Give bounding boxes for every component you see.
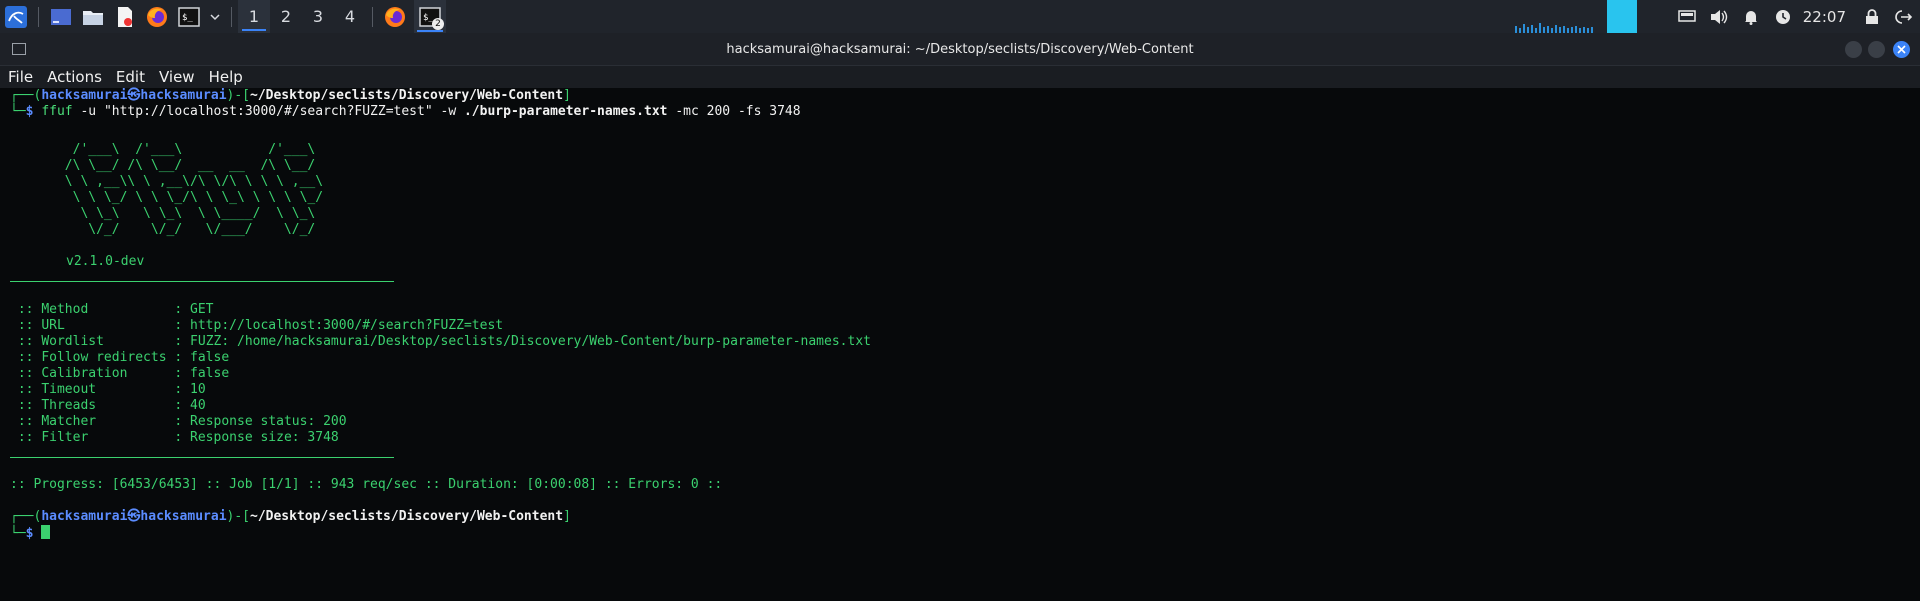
close-button[interactable] — [1893, 41, 1910, 58]
progress-line: :: Progress: [6453/6453] :: Job [1/1] ::… — [10, 477, 723, 492]
notification-bell-icon[interactable] — [1735, 0, 1767, 33]
ffuf-banner-line: /'___\ /'___\ /'___\ — [10, 142, 371, 157]
terminal-task-icon[interactable]: $_ 2 — [414, 0, 446, 33]
menu-actions[interactable]: Actions — [39, 68, 108, 86]
ffuf-version: v2.1.0-dev — [66, 254, 145, 269]
config-row: :: Timeout : 10 — [10, 382, 206, 397]
config-row: :: Threads : 40 — [10, 398, 206, 413]
clock[interactable]: 22:07 — [1803, 8, 1846, 26]
workspace-1[interactable]: 1 — [238, 0, 270, 33]
command-line-empty[interactable]: └─$ — [10, 525, 51, 542]
config-row: :: Method : GET — [10, 302, 214, 317]
ffuf-banner-line: \ \_\ \ \_\ \ \____/ \ \_\ — [10, 206, 371, 221]
config-row: :: Wordlist : FUZZ: /home/hacksamurai/De… — [10, 334, 871, 349]
menu-help[interactable]: Help — [201, 68, 249, 86]
menu-bar: File Actions Edit View Help — [0, 66, 1920, 88]
active-task-underline — [417, 30, 443, 32]
menu-edit[interactable]: Edit — [108, 68, 151, 86]
ffuf-banner-line: \/_/ \/_/ \/___/ \/_/ — [10, 222, 371, 237]
taskbar-separator — [372, 6, 373, 27]
command-line: └─$ ffuf -u "http://localhost:3000/#/sea… — [10, 104, 801, 119]
config-row: :: Matcher : Response status: 200 — [10, 414, 347, 429]
taskbar-separator — [38, 6, 39, 27]
ffuf-banner-line: \ \ \_/ \ \ \_/\ \ \_\ \ \ \ \_/ — [10, 190, 371, 205]
menu-file[interactable]: File — [0, 68, 39, 86]
ffuf-banner-line: /\ \__/ /\ \__/ __ __ /\ \__/ — [10, 158, 371, 173]
display-icon[interactable] — [1671, 0, 1703, 33]
maximize-button[interactable] — [1868, 41, 1885, 58]
divider — [10, 281, 394, 282]
workspace-3[interactable]: 3 — [302, 0, 334, 33]
network-monitor-graph — [1515, 0, 1637, 33]
terminal-output[interactable]: ┌──(hacksamurai㉿hacksamurai)-[~/Desktop/… — [0, 88, 1920, 601]
terminal-icon[interactable]: $_ — [176, 0, 202, 33]
window-titlebar[interactable]: hacksamurai@hacksamurai: ~/Desktop/secli… — [0, 33, 1920, 66]
taskbar-separator — [231, 6, 232, 27]
workspace-4[interactable]: 4 — [334, 0, 366, 33]
window-title: hacksamurai@hacksamurai: ~/Desktop/secli… — [726, 42, 1194, 57]
config-row: :: Filter : Response size: 3748 — [10, 430, 339, 445]
close-icon — [1897, 45, 1906, 54]
lock-screen-icon[interactable] — [1856, 0, 1888, 33]
divider — [10, 457, 394, 458]
firefox-task-icon[interactable] — [382, 0, 408, 33]
chevron-down-icon[interactable] — [208, 0, 222, 33]
show-desktop-icon[interactable] — [48, 0, 74, 33]
minimize-button[interactable] — [1845, 41, 1862, 58]
svg-text:$_: $_ — [182, 13, 193, 23]
text-cursor — [41, 525, 51, 539]
system-tray: 22:07 — [1671, 0, 1920, 33]
taskbar: $_ 1 2 3 4 $_ 2 22:07 — [0, 0, 1920, 33]
menu-view[interactable]: View — [151, 68, 201, 86]
kali-menu-icon[interactable] — [3, 0, 29, 33]
text-editor-icon[interactable] — [112, 0, 138, 33]
volume-icon[interactable] — [1703, 0, 1735, 33]
workspace-2[interactable]: 2 — [270, 0, 302, 33]
config-row: :: Calibration : false — [10, 366, 230, 381]
firefox-icon[interactable] — [144, 0, 170, 33]
ffuf-banner-line: \ \ ,__\\ \ ,__\/\ \/\ \ \ \ ,__\ — [10, 174, 371, 189]
logout-icon[interactable] — [1888, 0, 1920, 33]
power-manager-icon[interactable] — [1767, 0, 1799, 33]
prompt-line: ┌──(hacksamurai㉿hacksamurai)-[~/Desktop/… — [10, 509, 571, 524]
prompt-line: ┌──(hacksamurai㉿hacksamurai)-[~/Desktop/… — [10, 88, 571, 103]
config-row: :: Follow redirects : false — [10, 350, 230, 365]
config-row: :: URL : http://localhost:3000/#/search?… — [10, 318, 504, 333]
file-manager-icon[interactable] — [80, 0, 106, 33]
window-count-badge: 2 — [432, 18, 444, 30]
